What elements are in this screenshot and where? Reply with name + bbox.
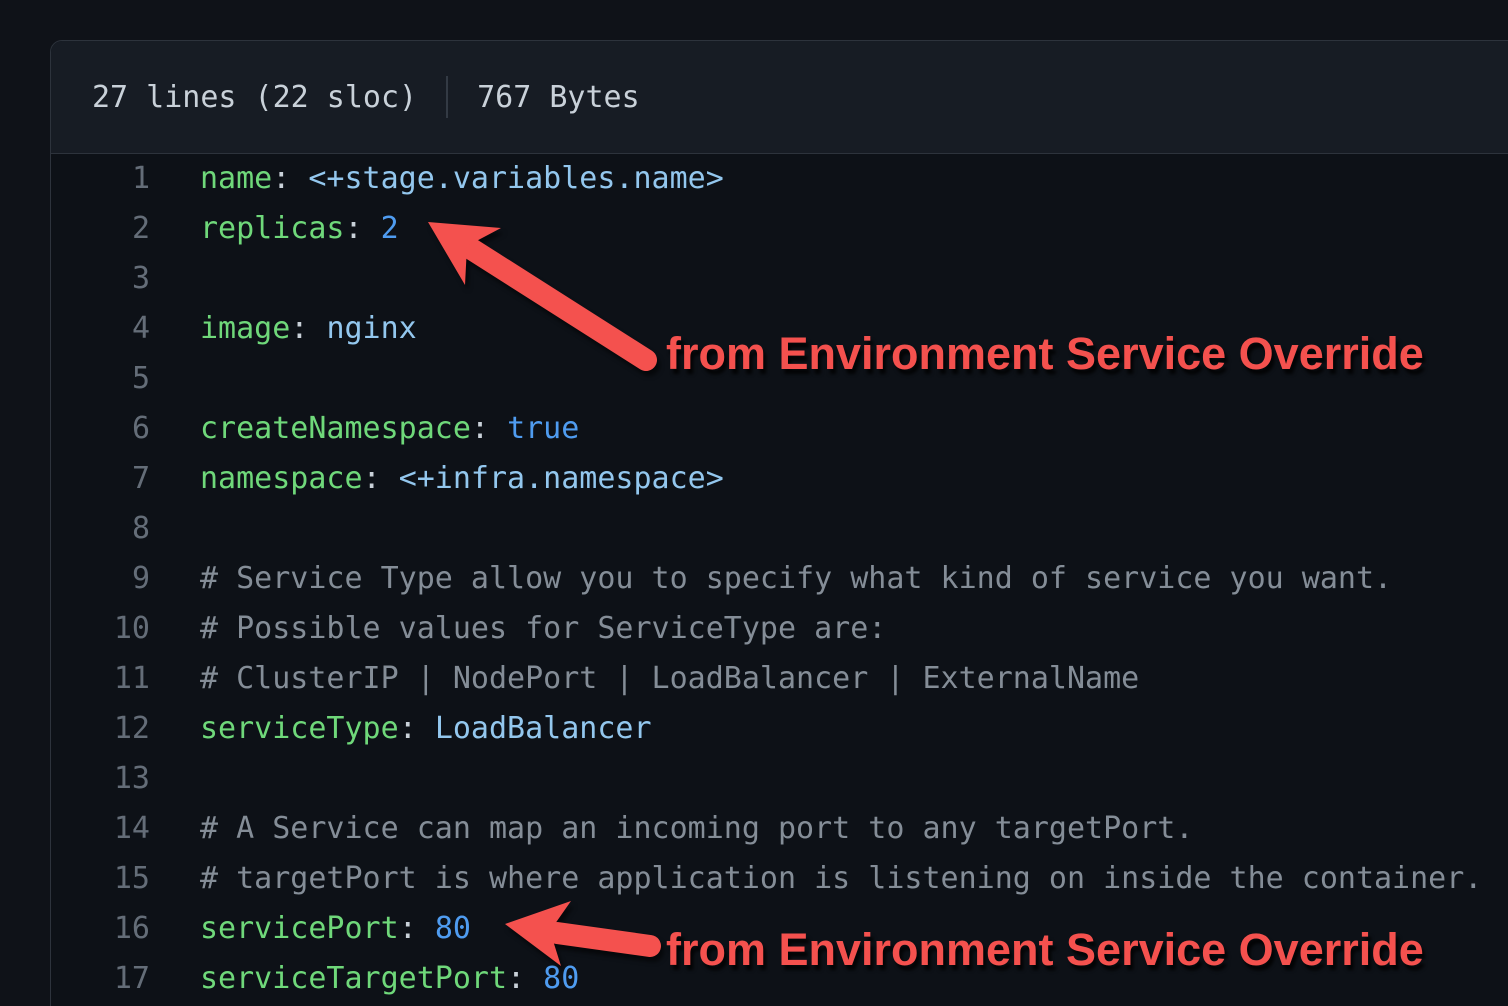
line-number[interactable]: 4 <box>51 304 150 354</box>
code-line: 1name: <+stage.variables.name> <box>51 154 1508 204</box>
code-text: image: nginx <box>150 304 417 354</box>
line-number[interactable]: 10 <box>51 604 150 654</box>
code-line: 3 <box>51 254 1508 304</box>
file-header: 27 lines (22 sloc) 767 Bytes <box>51 41 1508 154</box>
code-block: 1name: <+stage.variables.name>2replicas:… <box>51 154 1508 1004</box>
code-text: createNamespace: true <box>150 404 579 454</box>
line-number[interactable]: 17 <box>51 954 150 1004</box>
file-lines-info: 27 lines (22 sloc) <box>92 80 417 115</box>
annotation-text: from Environment Service Override <box>666 331 1424 376</box>
line-number[interactable]: 12 <box>51 704 150 754</box>
code-text: # Possible values for ServiceType are: <box>150 604 886 654</box>
code-line: 7namespace: <+infra.namespace> <box>51 454 1508 504</box>
code-text: # Service Type allow you to specify what… <box>150 554 1392 604</box>
line-number[interactable]: 14 <box>51 804 150 854</box>
code-line: 14# A Service can map an incoming port t… <box>51 804 1508 854</box>
code-text: replicas: 2 <box>150 204 399 254</box>
line-number[interactable]: 7 <box>51 454 150 504</box>
header-divider <box>446 76 448 118</box>
line-number[interactable]: 1 <box>51 154 150 204</box>
code-line: 6createNamespace: true <box>51 404 1508 454</box>
code-line: 12serviceType: LoadBalancer <box>51 704 1508 754</box>
line-number[interactable]: 16 <box>51 904 150 954</box>
code-line: 8 <box>51 504 1508 554</box>
code-text: serviceTargetPort: 80 <box>150 954 579 1004</box>
line-number[interactable]: 8 <box>51 504 150 554</box>
code-line: 11# ClusterIP | NodePort | LoadBalancer … <box>51 654 1508 704</box>
code-text <box>150 254 200 304</box>
file-viewer-panel: 27 lines (22 sloc) 767 Bytes 1name: <+st… <box>50 40 1508 1006</box>
code-text: # ClusterIP | NodePort | LoadBalancer | … <box>150 654 1139 704</box>
code-line: 2replicas: 2 <box>51 204 1508 254</box>
line-number[interactable]: 11 <box>51 654 150 704</box>
code-line: 9# Service Type allow you to specify wha… <box>51 554 1508 604</box>
line-number[interactable]: 15 <box>51 854 150 904</box>
line-number[interactable]: 13 <box>51 754 150 804</box>
code-text: # A Service can map an incoming port to … <box>150 804 1193 854</box>
code-line: 13 <box>51 754 1508 804</box>
line-number[interactable]: 9 <box>51 554 150 604</box>
code-text <box>150 354 200 404</box>
line-number[interactable]: 3 <box>51 254 150 304</box>
code-line: 15# targetPort is where application is l… <box>51 854 1508 904</box>
line-number[interactable]: 2 <box>51 204 150 254</box>
code-text <box>150 504 200 554</box>
code-text: # targetPort is where application is lis… <box>150 854 1482 904</box>
code-text <box>150 754 200 804</box>
line-number[interactable]: 6 <box>51 404 150 454</box>
code-line: 10# Possible values for ServiceType are: <box>51 604 1508 654</box>
line-number[interactable]: 5 <box>51 354 150 404</box>
file-size: 767 Bytes <box>477 80 640 115</box>
code-text: name: <+stage.variables.name> <box>150 154 724 204</box>
annotation-text: from Environment Service Override <box>666 927 1424 972</box>
page: 27 lines (22 sloc) 767 Bytes 1name: <+st… <box>0 0 1508 1006</box>
code-text: servicePort: 80 <box>150 904 471 954</box>
code-text: namespace: <+infra.namespace> <box>150 454 724 504</box>
code-text: serviceType: LoadBalancer <box>150 704 652 754</box>
